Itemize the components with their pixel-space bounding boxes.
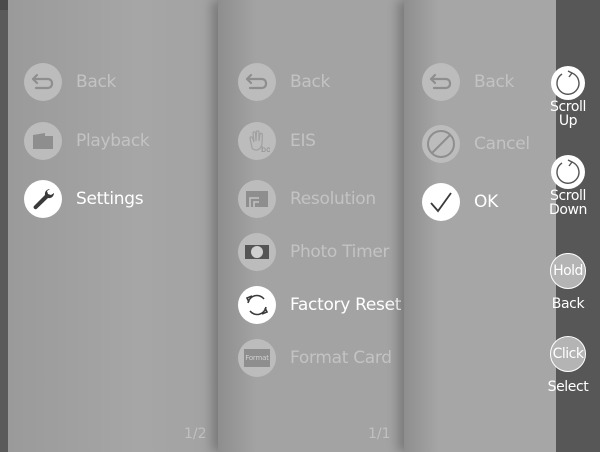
back-arrow-icon bbox=[24, 63, 62, 101]
wrench-icon bbox=[24, 180, 62, 218]
menu-item-format-card[interactable]: Format Format Card bbox=[238, 338, 392, 378]
hold-circle: Hold bbox=[550, 253, 586, 289]
click-circle: Click bbox=[550, 336, 586, 372]
menu-pane-settings: Back bo EIS Resolution Photo Timer Facto… bbox=[218, 0, 410, 452]
scroll-down-label-line1: Scroll bbox=[550, 188, 586, 204]
menu-item-photo-timer[interactable]: Photo Timer bbox=[238, 232, 390, 272]
menu-item-label: Format Card bbox=[290, 348, 392, 368]
menu-item-eis[interactable]: bo EIS bbox=[238, 121, 316, 161]
scroll-up-label-line1: Scroll bbox=[550, 99, 586, 115]
menu-item-label: EIS bbox=[290, 131, 316, 151]
scroll-up-icon bbox=[551, 66, 585, 100]
menu-item-label: Back bbox=[290, 72, 331, 92]
click-action-label: Select bbox=[547, 379, 589, 395]
format-card-icon-text: Format bbox=[245, 354, 269, 362]
menu-item-back[interactable]: Back bbox=[238, 62, 330, 102]
scroll-up-button[interactable]: Scroll Up bbox=[546, 66, 590, 128]
page-indicator: 1/2 bbox=[184, 426, 207, 442]
folder-icon bbox=[24, 122, 62, 160]
menu-item-ok[interactable]: OK bbox=[422, 182, 498, 222]
menu-pane-confirm: Back Cancel OK bbox=[404, 0, 564, 452]
menu-item-label: OK bbox=[474, 192, 498, 212]
menu-item-back[interactable]: Back bbox=[24, 62, 116, 102]
page-indicator: 1/1 bbox=[368, 426, 391, 442]
menu-item-label: Settings bbox=[76, 189, 144, 209]
scroll-down-button[interactable]: Scroll Down bbox=[546, 155, 590, 217]
scroll-down-icon bbox=[551, 155, 585, 189]
scroll-down-label-line2: Down bbox=[548, 202, 588, 218]
menu-item-cancel[interactable]: Cancel bbox=[422, 124, 530, 164]
scroll-up-label-line2: Up bbox=[558, 113, 578, 129]
menu-item-label: Back bbox=[474, 72, 515, 92]
hold-back-button[interactable]: Hold Back bbox=[546, 253, 590, 311]
back-arrow-icon bbox=[238, 63, 276, 101]
checkmark-icon bbox=[422, 183, 460, 221]
reset-arrows-icon bbox=[238, 286, 276, 324]
menu-item-factory-reset[interactable]: Factory Reset bbox=[238, 285, 401, 325]
menu-item-label: Back bbox=[76, 72, 117, 92]
photo-timer-icon bbox=[238, 233, 276, 271]
menu-item-label: Factory Reset bbox=[290, 295, 402, 315]
resolution-icon bbox=[238, 180, 276, 218]
menu-item-label: Playback bbox=[76, 131, 150, 151]
camera-menu-screen: Back Playback Settings 1/2 Back bo EIS R… bbox=[0, 0, 600, 452]
hold-circle-text: Hold bbox=[553, 263, 583, 279]
menu-item-settings[interactable]: Settings bbox=[24, 179, 144, 219]
menu-pane-main: Back Playback Settings 1/2 bbox=[8, 0, 224, 452]
menu-item-label: Resolution bbox=[290, 189, 376, 209]
format-card-icon: Format bbox=[238, 339, 276, 377]
menu-item-playback[interactable]: Playback bbox=[24, 121, 150, 161]
menu-item-label: Photo Timer bbox=[290, 242, 390, 262]
menu-item-resolution[interactable]: Resolution bbox=[238, 179, 376, 219]
back-arrow-icon bbox=[422, 63, 460, 101]
click-select-button[interactable]: Click Select bbox=[546, 336, 590, 394]
hand-shake-icon: bo bbox=[238, 122, 276, 160]
menu-item-label: Cancel bbox=[474, 134, 530, 154]
svg-text:bo: bo bbox=[261, 145, 270, 154]
click-circle-text: Click bbox=[552, 346, 584, 362]
cancel-icon bbox=[422, 125, 460, 163]
menu-item-back[interactable]: Back bbox=[422, 62, 514, 102]
hold-action-label: Back bbox=[551, 296, 585, 312]
